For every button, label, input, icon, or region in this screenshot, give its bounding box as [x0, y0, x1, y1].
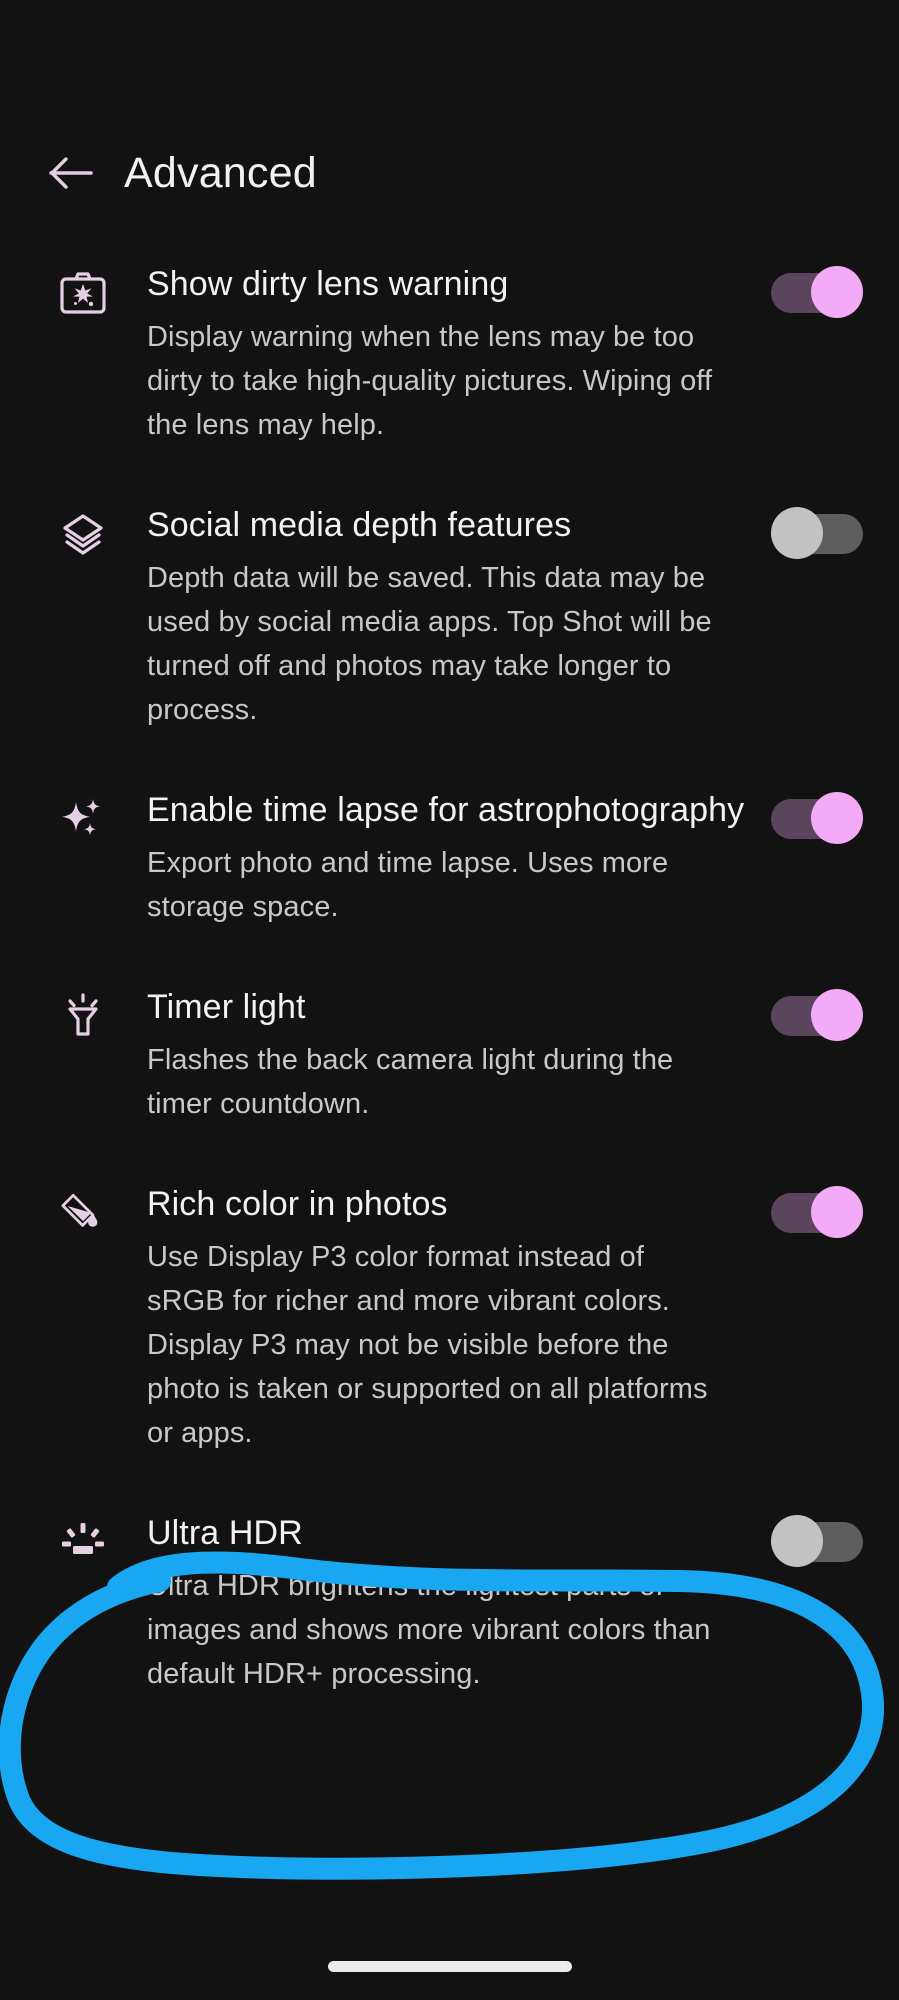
setting-row-rich-color-in-photos[interactable]: Rich color in photos Use Display P3 colo…: [0, 1182, 899, 1455]
setting-description: Export photo and time lapse. Uses more s…: [147, 847, 669, 923]
setting-title: Timer light: [147, 988, 306, 1026]
setting-description: Ultra HDR brightens the lightest parts o…: [147, 1570, 711, 1690]
setting-description: Display warning when the lens may be too…: [147, 321, 713, 441]
setting-text-block: Ultra HDR Ultra HDR brightens the lighte…: [112, 1511, 771, 1696]
camera-dirty-lens-icon: [54, 264, 112, 322]
setting-title: Enable time lapse for astrophotography: [147, 791, 745, 829]
setting-row-enable-time-lapse-astrophotography[interactable]: Enable time lapse for astrophotography E…: [0, 788, 899, 929]
paint-bucket-icon: [54, 1184, 112, 1242]
app-bar: Advanced: [0, 130, 899, 216]
toggle-rich-color-in-photos[interactable]: [771, 1186, 863, 1238]
setting-title: Show dirty lens warning: [147, 265, 509, 303]
toggle-thumb: [811, 989, 863, 1041]
setting-title: Social media depth features: [147, 506, 572, 544]
toggle-show-dirty-lens-warning[interactable]: [771, 266, 863, 318]
setting-description: Depth data will be saved. This data may …: [147, 562, 712, 726]
page-title: Advanced: [124, 148, 317, 197]
toggle-enable-time-lapse-astrophotography[interactable]: [771, 792, 863, 844]
settings-list: Show dirty lens warning Display warning …: [0, 262, 899, 1752]
hdr-brightness-icon: [54, 1513, 112, 1571]
toggle-ultra-hdr[interactable]: [771, 1515, 863, 1567]
back-button[interactable]: [44, 146, 98, 200]
gesture-navigation-pill[interactable]: [327, 1961, 572, 1972]
toggle-thumb: [811, 792, 863, 844]
setting-row-show-dirty-lens-warning[interactable]: Show dirty lens warning Display warning …: [0, 262, 899, 447]
setting-description: Use Display P3 color format instead of s…: [147, 1241, 708, 1449]
toggle-social-media-depth-features[interactable]: [771, 507, 863, 559]
setting-row-timer-light[interactable]: Timer light Flashes the back camera ligh…: [0, 985, 899, 1126]
flashlight-icon: [54, 987, 112, 1045]
toggle-thumb: [811, 266, 863, 318]
sparkles-icon: [54, 790, 112, 848]
setting-title: Rich color in photos: [147, 1185, 448, 1223]
setting-title: Ultra HDR: [147, 1514, 303, 1552]
toggle-timer-light[interactable]: [771, 989, 863, 1041]
arrow-left-icon: [48, 153, 94, 193]
setting-text-block: Rich color in photos Use Display P3 colo…: [112, 1182, 771, 1455]
setting-description: Flashes the back camera light during the…: [147, 1044, 674, 1120]
layers-icon: [54, 505, 112, 563]
camera-advanced-settings-screen: Advanced Show dirty lens warning Display: [0, 0, 899, 2000]
setting-row-ultra-hdr[interactable]: Ultra HDR Ultra HDR brightens the lighte…: [0, 1511, 899, 1696]
setting-text-block: Social media depth features Depth data w…: [112, 503, 771, 732]
setting-text-block: Timer light Flashes the back camera ligh…: [112, 985, 771, 1126]
setting-row-social-media-depth-features[interactable]: Social media depth features Depth data w…: [0, 503, 899, 732]
toggle-thumb: [771, 507, 823, 559]
setting-text-block: Show dirty lens warning Display warning …: [112, 262, 771, 447]
toggle-thumb: [771, 1515, 823, 1567]
toggle-thumb: [811, 1186, 863, 1238]
setting-text-block: Enable time lapse for astrophotography E…: [112, 788, 771, 929]
